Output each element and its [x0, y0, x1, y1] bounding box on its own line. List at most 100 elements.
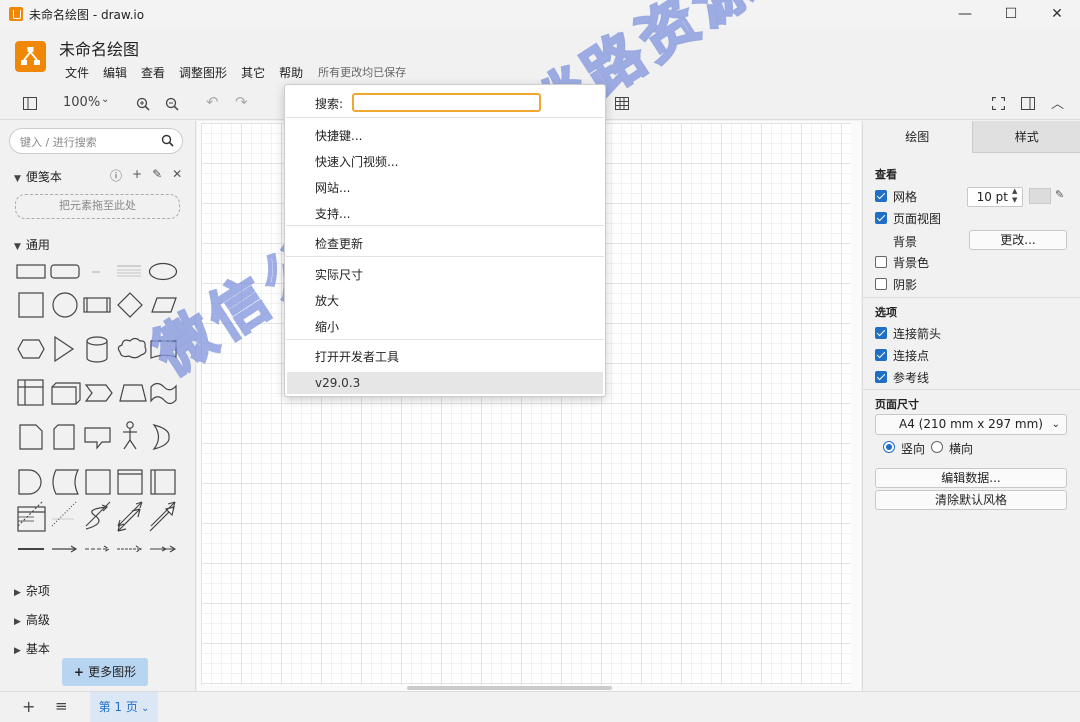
fullscreen-icon[interactable]: [992, 97, 1005, 110]
scratchpad-header[interactable]: ▼ 便笺本: [14, 168, 62, 185]
change-background-button[interactable]: 更改...: [969, 230, 1067, 250]
window-title: 未命名绘图 - draw.io: [29, 7, 145, 22]
menu-item-quickstart-video[interactable]: 快速入门视频...: [315, 153, 398, 170]
zoom-dropdown-icon[interactable]: ⌄: [101, 94, 109, 105]
tab-diagram[interactable]: 绘图: [863, 121, 972, 153]
triangle-shape: [54, 335, 75, 363]
app-icon: [9, 7, 23, 21]
circle-shape: [52, 292, 78, 318]
sidebar-toggle-icon[interactable]: [23, 97, 37, 110]
menu-view[interactable]: 查看: [134, 64, 172, 81]
portrait-radio[interactable]: [883, 441, 895, 453]
menu-separator: [286, 225, 604, 226]
table-icon[interactable]: [615, 97, 629, 110]
maximize-button[interactable]: ☐: [988, 0, 1034, 28]
edit-data-button[interactable]: 编辑数据...: [875, 468, 1067, 488]
zoom-in-icon[interactable]: [136, 97, 150, 111]
pages-menu-icon[interactable]: ≡: [55, 697, 68, 715]
menu-item-developer-tools[interactable]: 打开开发者工具: [315, 348, 399, 365]
background-label: 背景: [893, 235, 918, 249]
shadow-checkbox[interactable]: [875, 278, 887, 290]
chevron-down-icon: ⌄: [137, 703, 150, 714]
shapes-sidebar: 键入 / 进行搜索 ▼ 便笺本 ⓘ + ✎ ✕ 把元素拖至此处 ▼ 通用 ▶ 杂…: [0, 121, 196, 691]
page-tab[interactable]: 第 1 页 ⌄: [90, 692, 158, 722]
divider: [863, 389, 1080, 390]
format-panel-icon[interactable]: [1021, 97, 1035, 110]
redo-icon[interactable]: ↷: [235, 93, 248, 111]
eyedropper-icon[interactable]: ✎: [1055, 188, 1064, 201]
help-search-label: 搜索:: [315, 97, 344, 111]
menu-bar: 文件 编辑 查看 调整图形 其它 帮助 所有更改均已保存: [58, 64, 413, 81]
page-view-label: 页面视图: [893, 212, 942, 226]
grid-color-swatch[interactable]: [1029, 188, 1051, 204]
menu-file[interactable]: 文件: [58, 64, 96, 81]
drawio-logo: [15, 41, 46, 72]
more-shapes-button[interactable]: + 更多图形: [62, 658, 148, 686]
background-color-checkbox[interactable]: [875, 256, 887, 268]
menu-item-shortcuts[interactable]: 快捷键...: [315, 127, 362, 144]
collapsed-arrow-icon: ▶: [14, 646, 21, 656]
menu-extras[interactable]: 其它: [234, 64, 272, 81]
shape-search-input[interactable]: 键入 / 进行搜索: [9, 128, 183, 154]
zoom-level[interactable]: 100%: [63, 95, 100, 110]
hexagon-shape: [17, 339, 45, 359]
view-section-title: 查看: [875, 168, 897, 181]
menu-item-zoom-out[interactable]: 缩小: [315, 318, 339, 335]
scratchpad-tools: ⓘ + ✎ ✕: [110, 167, 182, 184]
help-search-input[interactable]: [352, 93, 541, 112]
menu-item-website[interactable]: 网站...: [315, 179, 350, 196]
clear-default-style-button[interactable]: 清除默认风格: [875, 490, 1067, 510]
search-placeholder: 键入 / 进行搜索: [20, 136, 97, 149]
title-bar: 未命名绘图 - draw.io — ☐ ✕: [0, 0, 1080, 28]
minimize-button[interactable]: —: [942, 0, 988, 28]
guides-checkbox[interactable]: [875, 371, 887, 383]
page-view-checkbox[interactable]: [875, 212, 887, 224]
add-icon[interactable]: +: [132, 167, 142, 184]
tab-style[interactable]: 样式: [971, 121, 1080, 153]
basic-section-header[interactable]: ▶ 基本: [14, 640, 50, 657]
app-header: 未命名绘图 文件 编辑 查看 调整图形 其它 帮助 所有更改均已保存: [0, 28, 1080, 86]
portrait-label: 竖向: [901, 442, 926, 456]
landscape-radio[interactable]: [931, 441, 943, 453]
note-shape: [19, 424, 43, 450]
menu-separator: [286, 339, 604, 340]
help-icon[interactable]: ⓘ: [110, 167, 122, 184]
connection-arrows-checkbox[interactable]: [875, 327, 887, 339]
guides-label: 参考线: [893, 371, 930, 385]
menu-help[interactable]: 帮助: [272, 64, 310, 81]
bottom-bar: + ≡ 第 1 页 ⌄: [0, 691, 1080, 722]
callout-shape: [84, 427, 111, 450]
expand-arrow-icon: ▼: [14, 242, 21, 252]
horizontal-scrollbar[interactable]: [407, 686, 612, 690]
document-title[interactable]: 未命名绘图: [59, 36, 139, 60]
advanced-section-header[interactable]: ▶ 高级: [14, 611, 50, 628]
search-icon[interactable]: [161, 134, 174, 147]
page-size-select[interactable]: A4 (210 mm x 297 mm) ⌄: [875, 414, 1067, 435]
collapse-icon[interactable]: ︿: [1051, 93, 1064, 112]
menu-item-actual-size[interactable]: 实际尺寸: [315, 266, 363, 283]
connection-points-checkbox[interactable]: [875, 349, 887, 361]
help-menu-dropdown: 搜索: 快捷键... 快速入门视频... 网站... 支持... 检查更新 实际…: [284, 84, 606, 397]
misc-section-header[interactable]: ▶ 杂项: [14, 582, 50, 599]
stepper-icon[interactable]: ▲ ▼: [1012, 187, 1017, 205]
close-button[interactable]: ✕: [1034, 0, 1080, 28]
add-page-icon[interactable]: +: [22, 697, 35, 716]
grid-checkbox[interactable]: [875, 190, 887, 202]
connection-points-label: 连接点: [893, 349, 930, 363]
undo-icon[interactable]: ↶: [206, 93, 219, 111]
menu-item-zoom-in[interactable]: 放大: [315, 292, 339, 309]
actor-shape: [126, 421, 134, 429]
scratchpad-dropzone[interactable]: 把元素拖至此处: [15, 194, 180, 219]
menu-item-support[interactable]: 支持...: [315, 205, 350, 222]
connector-palette[interactable]: [14, 500, 184, 555]
window-controls: — ☐ ✕: [942, 0, 1080, 28]
general-header[interactable]: ▼ 通用: [14, 236, 50, 253]
edit-icon[interactable]: ✎: [152, 167, 162, 184]
menu-arrange[interactable]: 调整图形: [172, 64, 234, 81]
connection-arrows-label: 连接箭头: [893, 327, 942, 341]
close-icon[interactable]: ✕: [172, 167, 182, 184]
menu-edit[interactable]: 编辑: [96, 64, 134, 81]
zoom-out-icon[interactable]: [165, 97, 179, 111]
menu-item-check-updates[interactable]: 检查更新: [315, 235, 363, 252]
version-label: v29.0.3: [315, 376, 361, 390]
